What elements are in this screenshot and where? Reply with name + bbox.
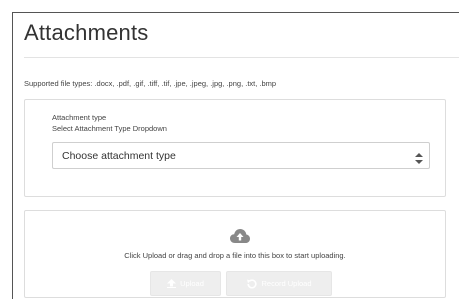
attachment-type-sublabel: Select Attachment Type Dropdown bbox=[52, 124, 167, 133]
cloud-upload-icon bbox=[230, 228, 250, 244]
supported-file-types: Supported file types: .docx, .pdf, .gif,… bbox=[24, 79, 277, 88]
attachments-window: Attachments Supported file types: .docx,… bbox=[12, 12, 459, 299]
chevron-up-down-icon bbox=[415, 151, 423, 164]
upload-dropzone[interactable]: Click Upload or drag and drop a file int… bbox=[24, 210, 446, 298]
upload-button[interactable]: Upload bbox=[150, 271, 221, 296]
upload-button-label: Upload bbox=[180, 279, 204, 288]
attachment-type-selected: Choose attachment type bbox=[62, 150, 176, 162]
page-title: Attachments bbox=[24, 20, 149, 45]
record-upload-button-label: Record Upload bbox=[261, 279, 312, 288]
arrow-up-icon bbox=[167, 279, 177, 288]
attachment-type-label: Attachment type bbox=[52, 113, 107, 122]
upload-instructions: Click Upload or drag and drop a file int… bbox=[124, 251, 346, 260]
record-upload-button[interactable]: Record Upload bbox=[226, 271, 332, 296]
undo-icon bbox=[246, 278, 258, 289]
attachment-type-dropdown[interactable]: Choose attachment type bbox=[52, 142, 430, 169]
attachment-type-panel: Attachment type Select Attachment Type D… bbox=[24, 99, 446, 197]
title-divider bbox=[24, 57, 459, 58]
